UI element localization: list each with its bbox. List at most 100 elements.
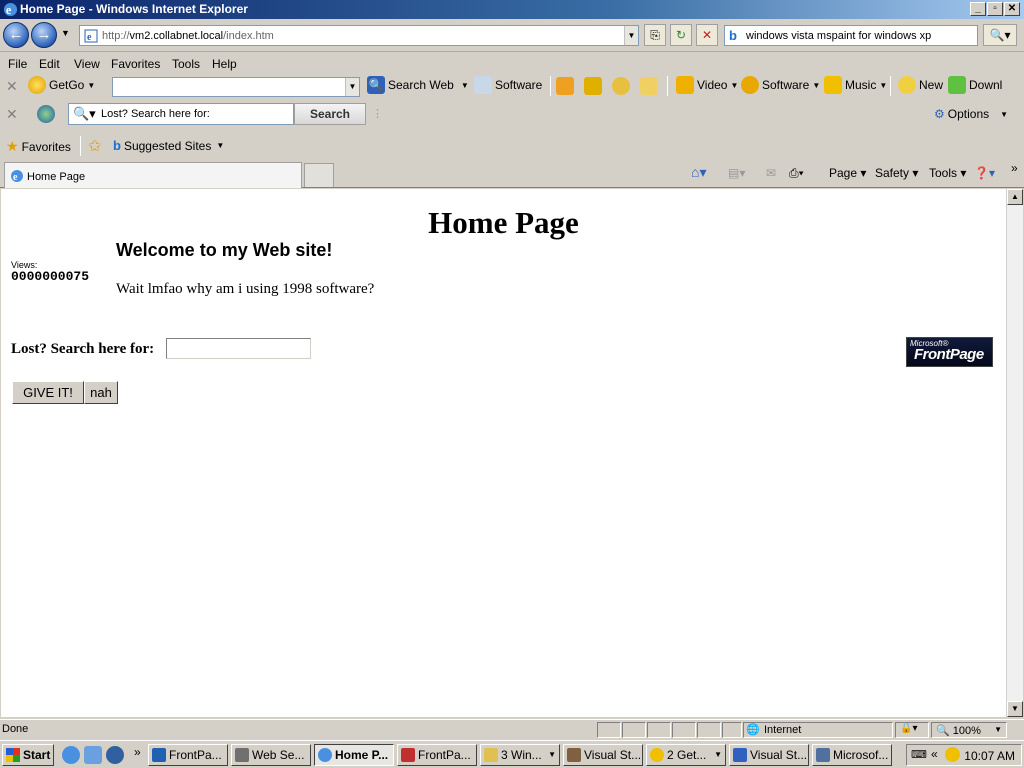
camera-icon[interactable] <box>584 77 602 95</box>
menu-tools[interactable]: Tools <box>172 57 200 71</box>
taskbar-item[interactable]: Web Se... <box>231 744 311 766</box>
getgo-toolbar: ✕ GetGo ▼ ▼ 🔍 Search Web ▼ Software Video ▼… <box>0 72 1024 100</box>
options-menu[interactable]: ⚙ Options ▼ <box>934 107 1008 121</box>
forward-button[interactable]: → <box>31 22 57 48</box>
frontpage-logo[interactable]: Microsoft® FrontPage <box>906 337 993 367</box>
tv-icon <box>676 76 694 94</box>
taskbar-item[interactable]: FrontPa... <box>397 744 477 766</box>
tray-expand-icon[interactable]: « <box>931 747 938 761</box>
taskbar-item[interactable]: Visual St... <box>729 744 809 766</box>
close-toolbar2-icon[interactable]: ✕ <box>6 106 18 123</box>
ie-icon: e <box>11 170 23 183</box>
submit-button[interactable]: GIVE IT! <box>12 381 84 404</box>
web-search-button[interactable]: 🔍▾ <box>983 24 1017 46</box>
scroll-down-icon[interactable]: ▼ <box>1007 701 1023 717</box>
security-zone[interactable]: 🌐 Internet <box>743 722 893 738</box>
svg-text:e: e <box>13 172 18 183</box>
start-button[interactable]: Start <box>2 744 54 766</box>
compatibility-view-button[interactable]: ⎘ <box>644 24 666 46</box>
download-button[interactable]: Downl <box>948 76 1002 94</box>
music-menu[interactable]: Music ▼ <box>824 76 887 94</box>
add-favorite-icon[interactable]: ✩ <box>88 136 101 156</box>
menu-edit[interactable]: Edit <box>39 57 60 71</box>
address-field[interactable]: e http://vm2.collabnet.local/index.htm ▼ <box>79 25 639 46</box>
tab-home-page[interactable]: e Home Page <box>4 162 302 188</box>
taskbar-item[interactable]: 2 Get... ▼ <box>646 744 726 766</box>
menu-favorites[interactable]: Favorites <box>111 57 160 71</box>
bing-icon: b <box>729 28 737 43</box>
taskbar-item[interactable]: Visual St... <box>563 744 643 766</box>
stop-button[interactable]: ✕ <box>696 24 718 46</box>
svg-text:e: e <box>87 32 92 43</box>
rss-icon[interactable] <box>556 77 574 95</box>
suggested-sites-button[interactable]: b Suggested Sites ▼ <box>113 138 224 153</box>
mail-icon[interactable]: ✉ <box>766 166 776 180</box>
video-menu[interactable]: Video ▼ <box>676 76 738 94</box>
search-web-button[interactable]: 🔍 Search Web ▼ <box>367 76 469 94</box>
menu-view[interactable]: View <box>74 57 100 71</box>
ie-quicklaunch-icon[interactable] <box>62 746 80 764</box>
search-label: Lost? Search here for: <box>11 341 155 357</box>
web-search-field[interactable]: b windows vista mspaint for windows xp <box>724 25 978 46</box>
feeds-icon[interactable]: ▤▾ <box>728 166 745 180</box>
minimize-button[interactable]: _ <box>970 2 986 16</box>
clock: 10:07 AM <box>964 749 1015 763</box>
close-toolbar-icon[interactable]: ✕ <box>6 78 18 95</box>
views-counter: 0000000075 <box>11 269 90 284</box>
vertical-scrollbar[interactable]: ▲ ▼ <box>1006 189 1023 717</box>
software-icon <box>474 76 492 94</box>
smiley-icon <box>898 76 916 94</box>
address-dropdown-icon[interactable]: ▼ <box>624 26 638 45</box>
page-heading: Home Page <box>428 205 579 240</box>
chevron-more-icon[interactable]: » <box>1011 161 1018 175</box>
taskbar-item-active[interactable]: Home P... <box>314 744 394 766</box>
software-link[interactable]: Software <box>474 76 542 94</box>
tools-menu[interactable]: Tools ▾ <box>929 166 966 180</box>
search-icon: 🔍 <box>367 76 385 94</box>
keyboard-icon[interactable]: ⌨ <box>911 748 927 761</box>
getgo-search-combo[interactable]: ▼ <box>112 77 360 97</box>
getgo-tray-icon[interactable] <box>945 747 960 762</box>
back-button[interactable]: ← <box>3 22 29 48</box>
software-menu[interactable]: Software ▼ <box>741 76 820 94</box>
new-button[interactable]: New <box>898 76 943 94</box>
close-window-button[interactable]: ✕ <box>1004 2 1020 16</box>
page-search-input[interactable] <box>166 338 311 359</box>
toolbar-search-field[interactable]: 🔍▾ Lost? Search here for: <box>68 103 294 125</box>
translate-icon[interactable] <box>640 77 658 95</box>
media-player-icon[interactable] <box>106 746 124 764</box>
help-icon[interactable]: ❓▾ <box>974 166 995 180</box>
page-icon: e <box>84 29 98 43</box>
globe-icon[interactable] <box>37 105 55 123</box>
menu-help[interactable]: Help <box>212 57 237 71</box>
recent-pages-dropdown-icon[interactable]: ▼ <box>61 28 70 38</box>
favorites-button[interactable]: ★ Favorites <box>6 138 71 155</box>
scroll-up-icon[interactable]: ▲ <box>1007 189 1023 205</box>
tab-row: e Home Page ⌂▾ ▤▾ ✉ ⎙▾ Page ▾ Safety ▾ T… <box>0 159 1024 188</box>
chevron-more-icon[interactable]: » <box>134 745 141 759</box>
getgo-button[interactable]: GetGo ▼ <box>28 76 95 94</box>
safety-menu[interactable]: Safety ▾ <box>875 166 918 180</box>
title-bar: e Home Page - Windows Internet Explorer … <box>0 0 1024 19</box>
combo-dropdown-icon[interactable]: ▼ <box>345 78 359 96</box>
zoom-control[interactable]: 🔍 100% ▼ <box>931 722 1007 738</box>
zoom-dropdown-icon[interactable]: ▼ <box>994 725 1002 734</box>
taskbar-item[interactable]: Microsof... <box>812 744 892 766</box>
home-icon[interactable]: ⌂▾ <box>691 164 706 181</box>
resize-grip-icon[interactable]: ⋮ <box>372 107 383 120</box>
globe-icon[interactable] <box>612 77 630 95</box>
print-icon[interactable]: ⎙▾ <box>789 166 804 181</box>
music-icon <box>824 76 842 94</box>
toolbar-search-button[interactable]: Search <box>294 103 366 125</box>
system-tray: ⌨ « 10:07 AM <box>906 744 1022 766</box>
protected-mode-icon[interactable]: 🔒▾ <box>895 722 929 738</box>
taskbar-item[interactable]: FrontPa... <box>148 744 228 766</box>
page-menu[interactable]: Page ▾ <box>829 166 866 180</box>
reset-button[interactable]: nah <box>84 381 118 404</box>
maximize-button[interactable]: ▫ <box>987 2 1003 16</box>
new-tab-button[interactable] <box>304 163 334 187</box>
menu-file[interactable]: File <box>8 57 27 71</box>
desktop-quicklaunch-icon[interactable] <box>84 746 102 764</box>
refresh-button[interactable]: ↻ <box>670 24 692 46</box>
taskbar-item[interactable]: 3 Win... ▼ <box>480 744 560 766</box>
